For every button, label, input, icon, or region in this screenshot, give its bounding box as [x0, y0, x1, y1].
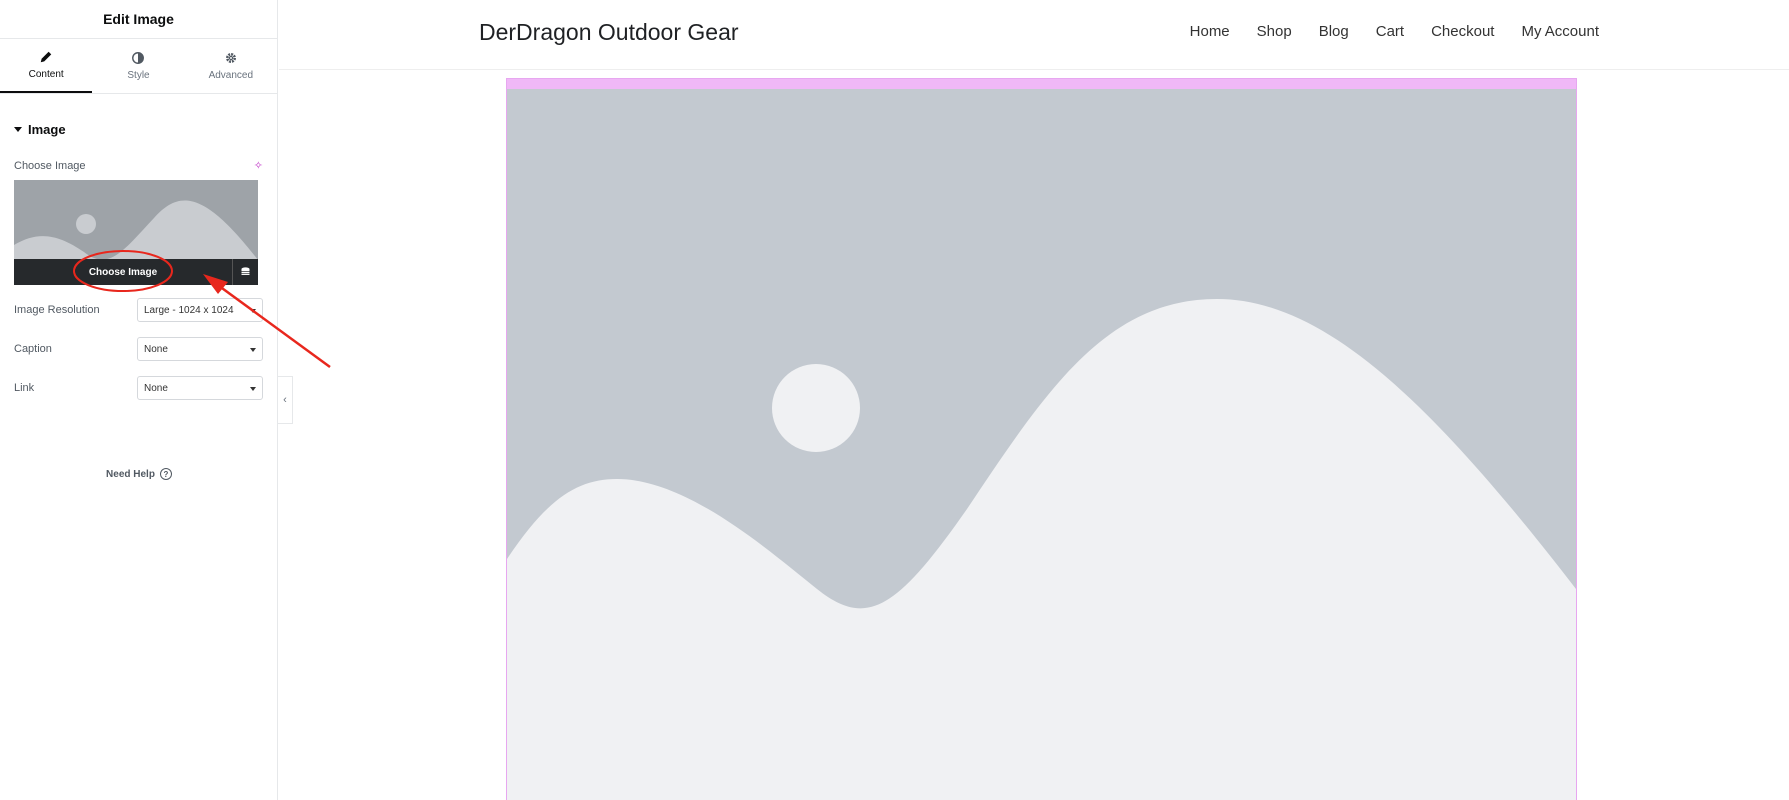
- nav-blog[interactable]: Blog: [1319, 23, 1349, 40]
- database-icon: [241, 267, 250, 275]
- nav-home[interactable]: Home: [1190, 23, 1230, 40]
- tab-advanced-label: Advanced: [208, 70, 254, 81]
- caption-select[interactable]: None: [137, 337, 263, 361]
- ai-sparkle-icon[interactable]: ✧: [254, 159, 263, 172]
- tab-style[interactable]: Style: [92, 39, 184, 93]
- control-image-resolution: Image Resolution Large - 1024 x 1024: [0, 297, 277, 323]
- pencil-icon: [40, 51, 52, 63]
- nav-checkout[interactable]: Checkout: [1431, 23, 1494, 40]
- image-widget[interactable]: [506, 78, 1577, 800]
- tab-content[interactable]: Content: [0, 39, 93, 93]
- main-nav: Home Shop Blog Cart Checkout My Account: [1190, 23, 1599, 40]
- need-help-link[interactable]: Need Help ?: [0, 468, 278, 480]
- link-value: None: [144, 382, 168, 394]
- image-resolution-value: Large - 1024 x 1024: [144, 304, 234, 316]
- help-circle-icon: ?: [159, 468, 172, 480]
- panel-tabs: Content Style Advanced: [0, 39, 277, 94]
- site-header: DerDragon Outdoor Gear Home Shop Blog Ca…: [279, 0, 1789, 70]
- caption-value: None: [144, 343, 168, 355]
- image-controls: Image Resolution Large - 1024 x 1024 Cap…: [0, 297, 277, 401]
- site-title[interactable]: DerDragon Outdoor Gear: [479, 19, 739, 46]
- need-help-label: Need Help: [106, 468, 155, 480]
- section-image-title: Image: [28, 122, 66, 137]
- tab-content-label: Content: [28, 69, 64, 80]
- chevron-left-icon: ‹: [283, 394, 287, 406]
- panel-title: Edit Image: [0, 0, 277, 39]
- media-control[interactable]: Choose Image: [14, 180, 258, 285]
- collapse-panel-button[interactable]: ‹: [278, 376, 293, 424]
- gear-icon: [225, 53, 236, 63]
- app: Edit Image Content Style Advanced Image …: [0, 0, 1789, 800]
- image-placeholder: [507, 89, 1576, 800]
- choose-image-button[interactable]: Choose Image: [14, 259, 232, 285]
- media-action-bar: Choose Image: [14, 259, 258, 285]
- nav-my-account[interactable]: My Account: [1521, 23, 1599, 40]
- nav-cart[interactable]: Cart: [1376, 23, 1404, 40]
- image-resolution-select[interactable]: Large - 1024 x 1024: [137, 298, 263, 322]
- choose-image-label: Choose Image: [14, 159, 86, 172]
- editor-panel: Edit Image Content Style Advanced Image …: [0, 0, 278, 800]
- choose-image-row: Choose Image ✧: [0, 159, 277, 173]
- chevron-down-icon: [250, 309, 256, 313]
- dynamic-tags-button[interactable]: [232, 259, 258, 285]
- image-resolution-label: Image Resolution: [14, 304, 100, 316]
- chevron-down-icon: [250, 348, 256, 352]
- widget-selection-bar[interactable]: [507, 79, 1576, 89]
- control-caption: Caption None: [0, 336, 277, 362]
- link-select[interactable]: None: [137, 376, 263, 400]
- section-image-toggle[interactable]: Image: [0, 122, 277, 137]
- chevron-down-icon: [250, 387, 256, 391]
- tab-advanced[interactable]: Advanced: [185, 39, 277, 93]
- link-label: Link: [14, 382, 35, 394]
- contrast-icon: [132, 52, 145, 64]
- control-link: Link None: [0, 375, 277, 401]
- caption-label: Caption: [14, 343, 52, 355]
- nav-shop[interactable]: Shop: [1257, 23, 1292, 40]
- tab-style-label: Style: [127, 70, 150, 81]
- caret-down-icon: [14, 127, 22, 132]
